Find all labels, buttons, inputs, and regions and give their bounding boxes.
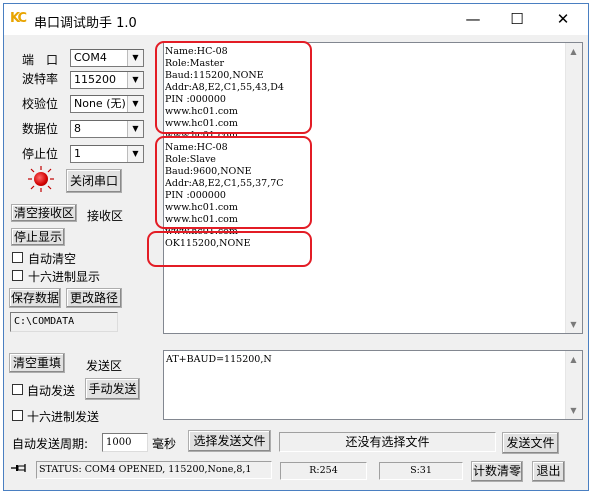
scroll-down-icon[interactable]: ▼	[565, 402, 582, 419]
receive-area-label: 接收区	[87, 209, 124, 223]
port-value: COM4	[74, 51, 107, 64]
clear-resend-button[interactable]: 清空重填	[9, 353, 65, 373]
hex-display-label: 十六进制显示	[28, 270, 101, 284]
scroll-down-icon[interactable]: ▼	[565, 316, 582, 333]
auto-send-period-input[interactable]: 1000	[102, 433, 148, 452]
hex-send-label: 十六进制发送	[27, 410, 100, 424]
window-title: 串口调试助手 1.0	[34, 16, 137, 31]
stopbits-value: 1	[74, 147, 81, 160]
databits-value: 8	[74, 122, 81, 135]
hex-display-checkbox[interactable]	[12, 270, 23, 281]
status-text: STATUS: COM4 OPENED, 115200,None,8,1	[36, 461, 272, 479]
manual-send-button[interactable]: 手动发送	[85, 378, 140, 400]
chevron-down-icon[interactable]: ▼	[127, 50, 143, 66]
databits-label: 数据位	[22, 122, 59, 136]
stopbits-select[interactable]: 1 ▼	[70, 145, 144, 163]
app-logo-icon: KC	[10, 11, 27, 26]
baud-label: 波特率	[22, 72, 59, 86]
chevron-down-icon[interactable]: ▼	[127, 146, 143, 162]
stop-display-button[interactable]: 停止显示	[11, 228, 65, 246]
highlight-box-slave	[155, 136, 312, 229]
scroll-up-icon[interactable]: ▲	[565, 43, 582, 60]
chevron-down-icon[interactable]: ▼	[127, 121, 143, 137]
parity-select[interactable]: None (无) ▼	[70, 95, 144, 113]
scroll-up-icon[interactable]: ▲	[565, 351, 582, 368]
parity-value: None (无)	[74, 97, 126, 110]
close-port-button[interactable]: 关闭串口	[66, 169, 122, 193]
hex-send-checkbox[interactable]	[12, 410, 23, 421]
select-file-button[interactable]: 选择发送文件	[188, 430, 271, 452]
port-label: 端 口	[22, 53, 59, 67]
clear-count-button[interactable]: 计数清零	[471, 461, 523, 482]
auto-send-checkbox[interactable]	[12, 384, 23, 395]
baud-select[interactable]: 115200 ▼	[70, 71, 144, 89]
auto-send-label: 自动发送	[27, 384, 76, 398]
file-status: 还没有选择文件	[279, 432, 496, 452]
minimize-button[interactable]: —	[450, 4, 496, 34]
receive-scrollbar[interactable]	[565, 43, 582, 333]
parity-label: 校验位	[22, 97, 59, 111]
receive-count: R:254	[280, 462, 367, 480]
save-data-button[interactable]: 保存数据	[9, 288, 61, 308]
chevron-down-icon[interactable]: ▼	[127, 72, 143, 88]
highlight-box-response	[147, 231, 312, 267]
auto-clear-label: 自动清空	[28, 252, 77, 266]
ms-label: 毫秒	[152, 437, 177, 451]
clear-receive-button[interactable]: 清空接收区	[11, 204, 77, 222]
save-path-field[interactable]: C:\COMDATA	[10, 312, 118, 332]
send-file-button[interactable]: 发送文件	[502, 432, 559, 454]
stopbits-label: 停止位	[22, 147, 59, 161]
close-button[interactable]: ✕	[540, 4, 586, 34]
send-text: AT+BAUD=115200,N	[166, 354, 272, 365]
change-path-button[interactable]: 更改路径	[66, 288, 122, 308]
port-status-led	[34, 172, 48, 186]
pin-icon	[11, 464, 26, 472]
auto-send-period-label: 自动发送周期:	[12, 437, 89, 451]
chevron-down-icon[interactable]: ▼	[127, 96, 143, 112]
send-area-label: 发送区	[86, 359, 123, 373]
databits-select[interactable]: 8 ▼	[70, 120, 144, 138]
port-select[interactable]: COM4 ▼	[70, 49, 144, 67]
auto-clear-checkbox[interactable]	[12, 252, 23, 263]
maximize-button[interactable]: ☐	[494, 4, 540, 34]
highlight-box-master	[155, 41, 312, 134]
exit-button[interactable]: 退出	[532, 461, 565, 482]
baud-value: 115200	[74, 73, 116, 86]
send-count: S:31	[379, 462, 463, 480]
